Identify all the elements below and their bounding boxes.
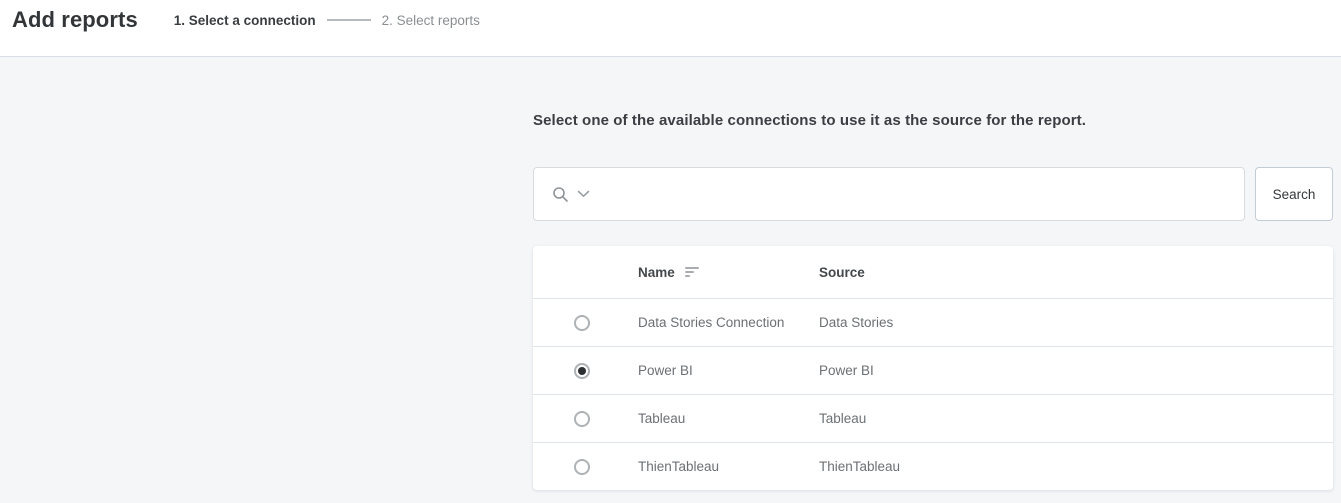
top-bar: Add reports 1. Select a connection 2. Se…: [0, 0, 1341, 57]
main-area: Select one of the available connections …: [0, 57, 1341, 503]
connection-name: Power BI: [610, 363, 791, 378]
connection-source: Tableau: [791, 411, 1333, 426]
table-row[interactable]: ThienTableauThienTableau: [533, 442, 1333, 490]
search-input[interactable]: [600, 168, 1244, 220]
column-header-name[interactable]: Name: [610, 265, 791, 280]
table-row[interactable]: Power BIPower BI: [533, 346, 1333, 394]
step-select-reports[interactable]: 2. Select reports: [382, 13, 480, 28]
search-button[interactable]: Search: [1255, 167, 1333, 221]
radio-button[interactable]: [574, 363, 590, 379]
connection-source: ThienTableau: [791, 459, 1333, 474]
chevron-down-icon[interactable]: [577, 190, 590, 198]
radio-button[interactable]: [574, 315, 590, 331]
connections-table: Name Source Data Stories ConnectionData …: [533, 246, 1333, 490]
connection-name: Data Stories Connection: [610, 315, 791, 330]
page-title: Add reports: [12, 6, 138, 34]
column-header-source[interactable]: Source: [791, 265, 1333, 280]
connection-name: Tableau: [610, 411, 791, 426]
connection-source: Data Stories: [791, 315, 1333, 330]
step-select-connection[interactable]: 1. Select a connection: [174, 13, 316, 28]
table-row[interactable]: Data Stories ConnectionData Stories: [533, 298, 1333, 346]
search-row: Search: [533, 167, 1333, 221]
radio-button[interactable]: [574, 411, 590, 427]
table-body: Data Stories ConnectionData StoriesPower…: [533, 298, 1333, 490]
instruction-text: Select one of the available connections …: [533, 57, 1333, 129]
connection-source: Power BI: [791, 363, 1333, 378]
table-header-row: Name Source: [533, 246, 1333, 298]
search-box[interactable]: [533, 167, 1245, 221]
radio-button[interactable]: [574, 459, 590, 475]
sort-icon[interactable]: [685, 267, 699, 277]
step-connector-line: [327, 19, 371, 21]
table-row[interactable]: TableauTableau: [533, 394, 1333, 442]
search-icon: [552, 186, 569, 203]
connection-name: ThienTableau: [610, 459, 791, 474]
wizard-stepper: 1. Select a connection 2. Select reports: [174, 6, 480, 34]
